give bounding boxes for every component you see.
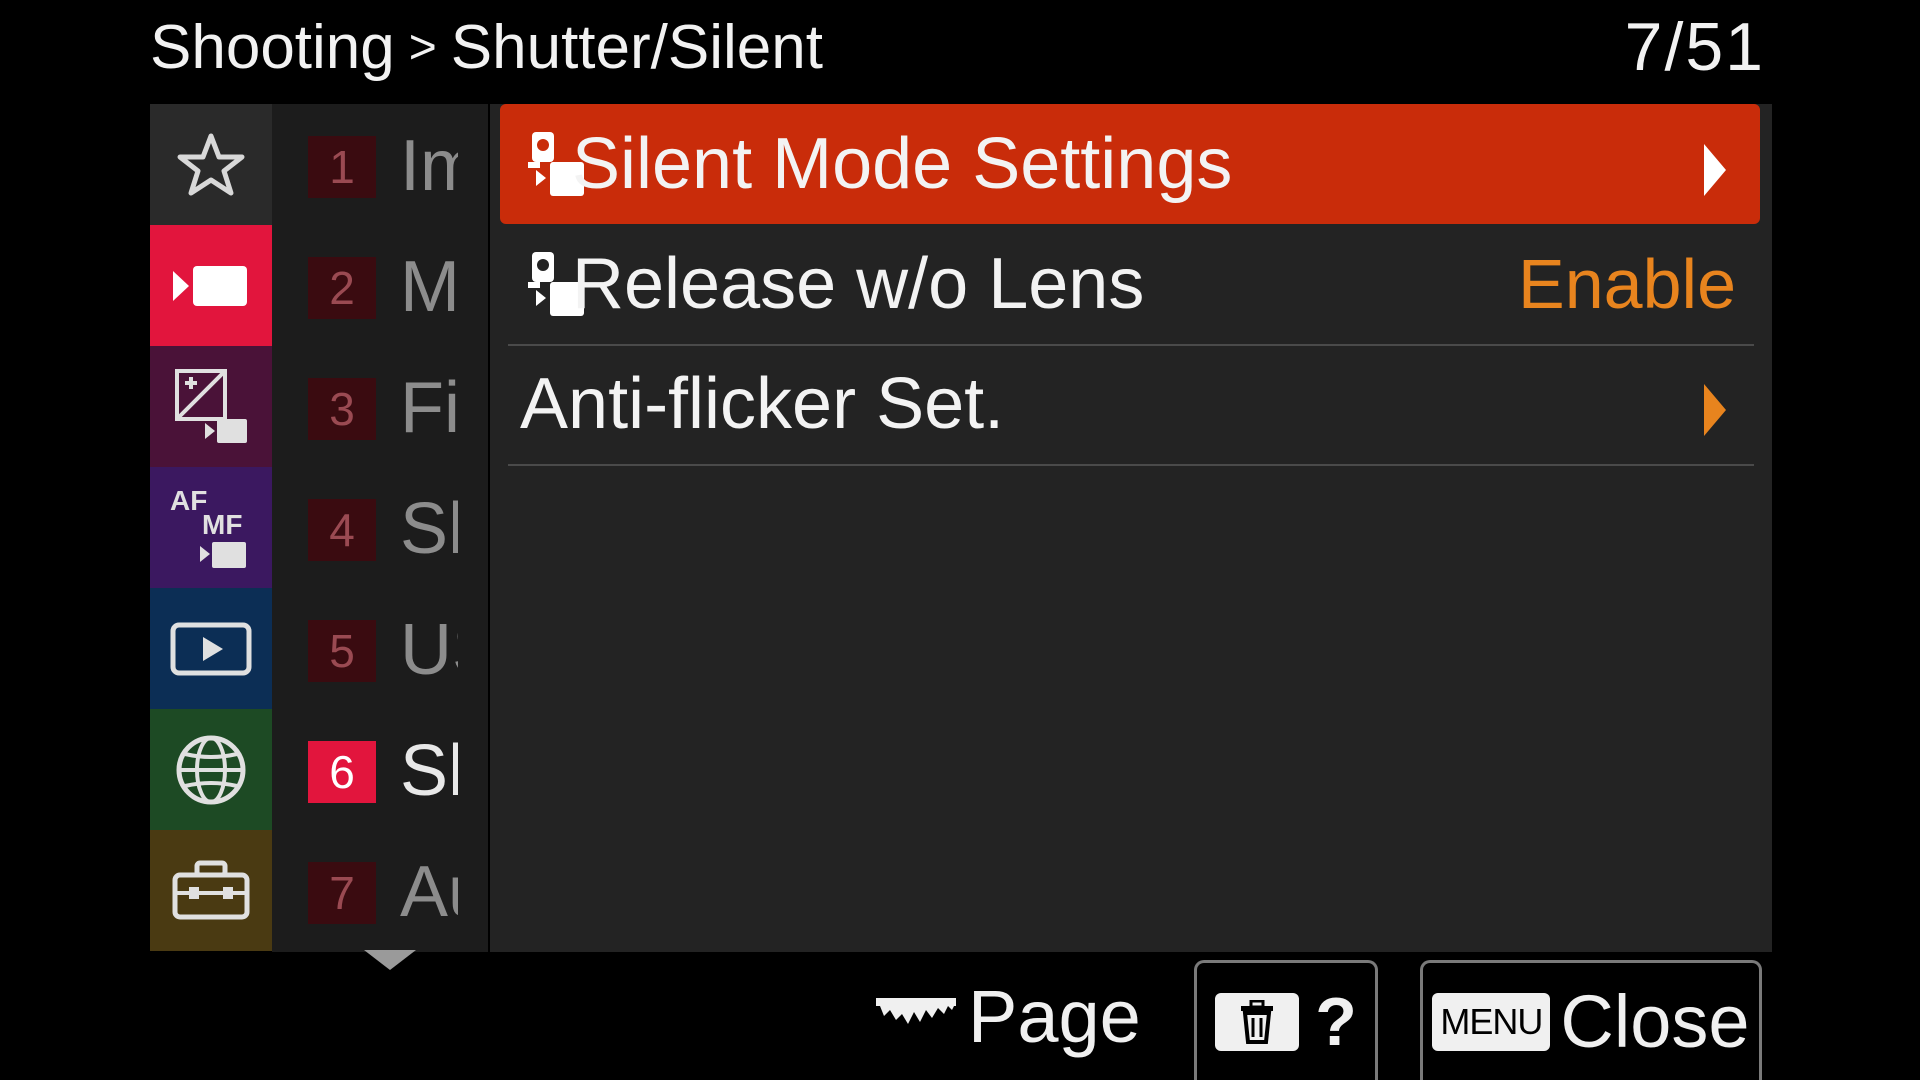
page-item-active[interactable]: 6 Sh [272,709,488,830]
page-number: 1 [308,136,376,198]
page-number: 4 [308,499,376,561]
page-item[interactable]: 2 M [272,225,488,346]
help-icon: ? [1315,983,1357,1060]
menu-item-silent-mode-settings[interactable]: Silent Mode Settings [490,104,1772,224]
page-item[interactable]: 5 US [272,588,488,709]
close-label: Close [1560,980,1750,1063]
category-playback[interactable] [150,588,272,709]
breadcrumb-current: Shutter/Silent [450,12,823,82]
delete-help-button[interactable]: ? [1194,960,1378,1080]
submenu-arrow-icon [1704,144,1726,196]
category-shooting[interactable] [150,225,272,346]
page-item[interactable]: 4 Sh [272,467,488,588]
toolbox-icon [172,860,250,919]
page-item[interactable]: 1 Im [272,104,488,225]
page-counter: 7/51 [1624,9,1765,85]
category-my-menu[interactable] [150,104,272,225]
category-network[interactable] [150,709,272,830]
row-divider [508,464,1754,466]
category-sidebar: AF MF [150,104,272,952]
menu-item-release-without-lens[interactable]: Release w/o Lens Enable [490,224,1772,346]
trash-icon [1241,999,1274,1044]
page-title: Au [400,852,458,932]
network-globe-icon [176,735,246,804]
menu-item-label: Silent Mode Settings [572,124,1233,204]
page-number: 5 [308,620,376,682]
page-title: Sh [400,489,458,569]
selection-highlight: Silent Mode Settings [500,104,1760,224]
breadcrumb-separator: > [408,20,437,74]
mf-label: MF [202,509,242,540]
page-title: M [400,247,458,327]
close-button[interactable]: MENU Close [1420,960,1762,1080]
page-number: 7 [308,862,376,924]
page-item[interactable]: 7 Au [272,830,488,951]
playback-icon [170,622,252,675]
menu-key: MENU [1432,992,1551,1051]
submenu-arrow-icon [1704,384,1726,436]
page-title: Sh [400,731,458,811]
page-item[interactable]: 3 Fi [272,346,488,467]
category-setup[interactable] [150,830,272,951]
footer-bar: Page ? MENU Close [0,952,1920,1080]
page-title: US [400,610,458,690]
page-list: 1 Im 2 M 3 Fi 4 Sh 5 US 6 Sh 7 Au [272,104,488,952]
page-number: 2 [308,257,376,319]
breadcrumb: Shooting > Shutter/Silent [150,4,823,90]
control-dial-icon [876,998,956,1024]
menu-item-label: Release w/o Lens [572,244,1145,324]
menu-list: Silent Mode Settings Release w/o Lens En… [490,104,1772,952]
movie-camera-icon [173,265,247,306]
menu-item-value: Enable [1518,245,1736,323]
exposure-movie-icon [175,368,247,443]
page-number: 6 [308,741,376,803]
af-mf-movie-icon: AF MF [170,485,246,568]
page-hint[interactable]: Page [874,952,1141,1080]
category-exposure-color[interactable] [150,346,272,467]
camera-menu-screen: Shooting > Shutter/Silent 7/51 AF MF 1 I… [0,0,1920,1080]
page-number: 3 [308,378,376,440]
page-label: Page [968,974,1141,1058]
menu-item-label: Anti-flicker Set. [520,364,1005,444]
menu-item-anti-flicker-set[interactable]: Anti-flicker Set. [490,344,1772,466]
category-focus[interactable]: AF MF [150,467,272,588]
star-icon [177,133,245,195]
page-title: Im [400,126,458,206]
trash-key [1215,992,1300,1051]
breadcrumb-root[interactable]: Shooting [150,12,395,83]
page-title: Fi [400,368,458,448]
